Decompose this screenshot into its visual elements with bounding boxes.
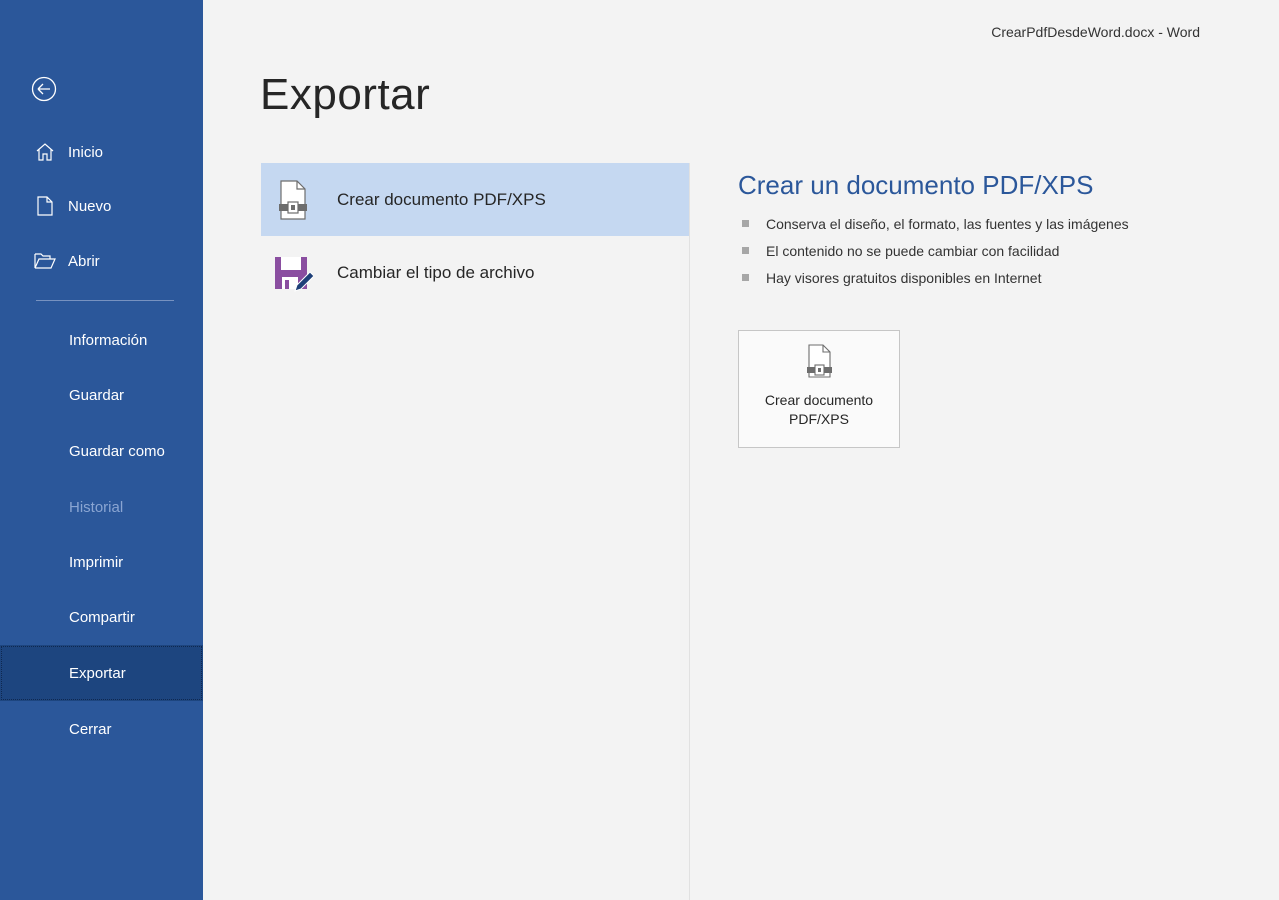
home-icon [34,141,56,163]
create-pdf-xps-button-label: Crear documento PDF/XPS [764,392,874,427]
sidebar-item-guardar-como[interactable]: Guardar como [0,423,203,479]
create-pdf-xps-button[interactable]: Crear documento PDF/XPS [738,330,900,448]
detail-title: Crear un documento PDF/XPS [738,170,1094,200]
option-create-pdf-xps[interactable]: Crear documento PDF/XPS [261,163,689,236]
bullet-square-icon [742,274,749,281]
sidebar-item-exportar[interactable]: Exportar [0,645,203,701]
document-title: CrearPdfDesdeWord.docx - Word [991,24,1200,40]
backstage-sidebar: Inicio Nuevo Abrir Información Guardar G… [0,0,203,900]
export-options-list: Crear documento PDF/XPS Cambiar el tipo … [261,163,689,309]
back-button[interactable] [30,75,58,103]
sidebar-item-imprimir[interactable]: Imprimir [0,534,203,590]
bullet-square-icon [742,220,749,227]
sidebar-item-abrir[interactable]: Abrir [0,236,203,286]
sidebar-divider [36,300,174,301]
sidebar-item-informacion[interactable]: Información [0,312,203,368]
sidebar-item-inicio[interactable]: Inicio [0,127,203,177]
sidebar-item-cerrar[interactable]: Cerrar [0,701,203,757]
new-document-icon [34,195,56,217]
option-label: Cambiar el tipo de archivo [337,262,535,282]
pdf-document-icon [803,343,835,383]
option-change-file-type[interactable]: Cambiar el tipo de archivo [261,236,689,309]
sidebar-item-label: Inicio [68,143,104,161]
sidebar-item-label: Abrir [68,252,100,270]
page-title: Exportar [260,70,431,119]
list-item: Hay visores gratuitos disponibles en Int… [742,264,1129,291]
option-label: Crear documento PDF/XPS [337,189,546,209]
list-item: El contenido no se puede cambiar con fac… [742,237,1129,264]
feature-bullets: Conserva el diseño, el formato, las fuen… [742,210,1129,291]
sidebar-item-historial: Historial [69,498,124,516]
panel-divider [689,163,690,900]
open-folder-icon [34,250,56,272]
list-item: Conserva el diseño, el formato, las fuen… [742,210,1129,237]
sidebar-item-compartir[interactable]: Compartir [0,589,203,645]
pdf-document-icon [273,178,313,222]
sidebar-item-guardar[interactable]: Guardar [0,367,203,423]
back-arrow-circle-icon [31,76,57,102]
save-edit-icon [273,251,313,295]
bullet-square-icon [742,247,749,254]
sidebar-item-nuevo[interactable]: Nuevo [0,181,203,231]
sidebar-item-label: Nuevo [68,197,112,215]
